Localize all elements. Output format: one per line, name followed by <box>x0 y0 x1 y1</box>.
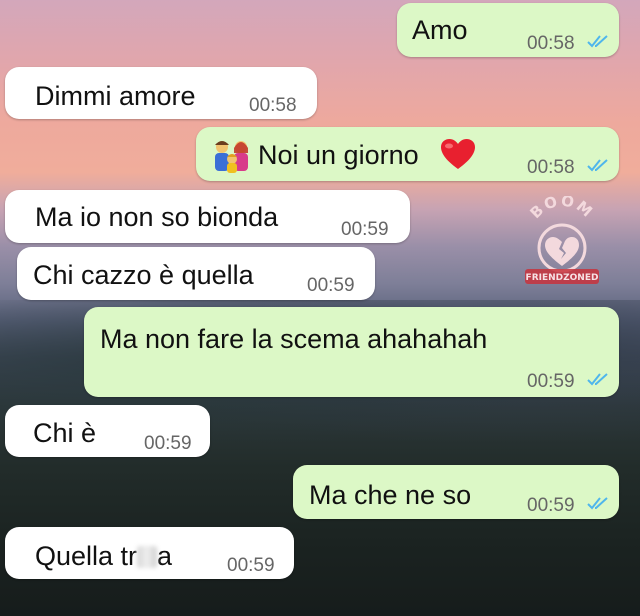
message-text: Dimmi amore <box>35 81 196 111</box>
read-ticks-icon <box>587 35 608 48</box>
message-time: 00:58 <box>527 157 575 178</box>
message-time: 00:59 <box>341 219 389 240</box>
message-time: 00:59 <box>527 371 575 392</box>
message-text: Quella tr a <box>35 541 172 572</box>
read-ticks-icon <box>587 159 608 172</box>
message-time: 00:58 <box>249 95 297 116</box>
message-time: 00:59 <box>307 275 355 296</box>
message-text: Chi è <box>33 418 97 448</box>
message-text: Ma io non so bionda <box>35 202 279 232</box>
message-time: 00:59 <box>527 495 575 516</box>
message-bubble-outgoing[interactable]: Amo 00:58 <box>397 3 619 57</box>
watermark-top-text: BOOM <box>526 196 595 222</box>
message-text: Ma non fare la scema ahahahah <box>100 324 488 354</box>
message-text: Noi un giorno <box>258 140 419 170</box>
watermark-bottom-text: FRIENDZONED <box>526 273 599 283</box>
message-time: 00:58 <box>527 33 575 54</box>
boom-friendzoned-logo: BOOM FRIENDZONED <box>525 196 599 284</box>
message-text-part: a <box>157 541 173 571</box>
heart-emoji-icon <box>441 139 475 169</box>
message-text: Ma che ne so <box>309 480 472 510</box>
family-emoji-icon <box>215 141 248 173</box>
message-bubble-outgoing[interactable]: Noi un giorno 00:58 <box>196 127 619 181</box>
svg-text:BOOM: BOOM <box>526 196 597 222</box>
message-time: 00:59 <box>144 433 192 454</box>
message-bubble-incoming[interactable]: Dimmi amore 00:58 <box>5 67 317 119</box>
message-bubble-outgoing[interactable]: Ma non fare la scema ahahahah 00:59 <box>84 307 619 397</box>
message-bubble-incoming[interactable]: Chi è 00:59 <box>5 405 210 457</box>
censored-blur <box>137 546 158 568</box>
message-bubble-outgoing[interactable]: Ma che ne so 00:59 <box>293 465 619 519</box>
read-ticks-icon <box>587 497 608 510</box>
message-bubble-incoming[interactable]: Quella tr a 00:59 <box>5 527 294 579</box>
message-text: Chi cazzo è quella <box>33 260 254 290</box>
message-text: Amo <box>412 15 468 45</box>
message-bubble-incoming[interactable]: Ma io non so bionda 00:59 <box>5 190 410 243</box>
message-bubble-incoming[interactable]: Chi cazzo è quella 00:59 <box>17 247 375 300</box>
message-time: 00:59 <box>227 555 275 576</box>
read-ticks-icon <box>587 373 608 386</box>
message-text-part: Quella tr <box>35 541 138 571</box>
broken-heart-icon <box>545 237 579 266</box>
